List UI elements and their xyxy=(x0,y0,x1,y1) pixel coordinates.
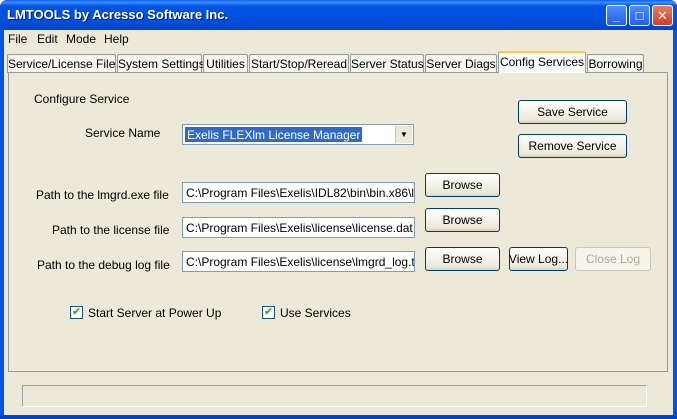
window-frame-bottom xyxy=(0,415,677,419)
tab-borrowing[interactable]: Borrowing xyxy=(587,54,644,73)
start-at-powerup-checkbox[interactable]: ✔ xyxy=(70,306,83,319)
configure-service-heading: Configure Service xyxy=(34,92,130,106)
browse-license-button[interactable]: Browse xyxy=(425,208,500,232)
tab-config-services[interactable]: Config Services xyxy=(498,51,586,73)
menu-mode[interactable]: Mode xyxy=(66,32,96,46)
use-services-label[interactable]: Use Services xyxy=(280,306,351,320)
debug-log-path-input[interactable]: C:\Program Files\Exelis\license\lmgrd_lo… xyxy=(182,251,415,272)
lmtools-window: LMTOOLS by Acresso Software Inc. _ □ ✕ F… xyxy=(0,0,677,419)
tab-system-settings[interactable]: System Settings xyxy=(117,54,205,73)
menu-edit[interactable]: Edit xyxy=(37,32,58,46)
minimize-icon: _ xyxy=(612,8,621,23)
window-frame-right xyxy=(673,30,677,419)
close-icon: ✕ xyxy=(657,7,668,23)
save-service-button[interactable]: Save Service xyxy=(518,100,627,124)
service-name-label: Service Name xyxy=(85,126,161,140)
checkmark-icon: ✔ xyxy=(263,306,274,318)
minimize-button[interactable]: _ xyxy=(606,5,627,26)
browse-debug-log-button[interactable]: Browse xyxy=(425,247,500,271)
menu-file[interactable]: File xyxy=(8,32,27,46)
client-area: File Edit Mode Help Service/License File… xyxy=(4,30,673,415)
tab-server-diags[interactable]: Server Diags xyxy=(425,54,497,73)
maximize-button[interactable]: □ xyxy=(629,5,650,26)
view-log-button[interactable]: View Log... xyxy=(509,247,568,271)
window-title: LMTOOLS by Acresso Software Inc. xyxy=(7,7,229,22)
lmgrd-path-label: Path to the lmgrd.exe file xyxy=(36,188,169,202)
checkmark-icon: ✔ xyxy=(71,306,82,318)
service-name-combo[interactable]: Exelis FLEXlm License Manager ▼ xyxy=(182,124,414,145)
close-button[interactable]: ✕ xyxy=(652,5,673,26)
maximize-icon: □ xyxy=(635,8,644,23)
chevron-down-icon[interactable]: ▼ xyxy=(395,126,412,143)
remove-service-button[interactable]: Remove Service xyxy=(518,134,627,158)
tab-start-stop-reread[interactable]: Start/Stop/Reread xyxy=(249,54,349,73)
tab-server-status[interactable]: Server Status xyxy=(350,54,424,73)
status-bar xyxy=(22,385,647,407)
title-bar[interactable]: LMTOOLS by Acresso Software Inc. _ □ ✕ xyxy=(0,0,677,30)
menu-bar: File Edit Mode Help xyxy=(4,30,673,49)
service-name-value: Exelis FLEXlm License Manager xyxy=(185,127,363,142)
tab-utilities[interactable]: Utilities xyxy=(203,54,248,73)
close-log-button[interactable]: Close Log xyxy=(575,247,651,271)
browse-lmgrd-button[interactable]: Browse xyxy=(425,173,500,197)
config-services-panel: Configure Service Service Name Exelis FL… xyxy=(8,72,668,372)
use-services-checkbox[interactable]: ✔ xyxy=(262,306,275,319)
tab-strip: Service/License File System Settings Uti… xyxy=(4,51,673,73)
lmgrd-path-input[interactable]: C:\Program Files\Exelis\IDL82\bin\bin.x8… xyxy=(182,182,415,203)
license-path-label: Path to the license file xyxy=(52,223,170,237)
menu-help[interactable]: Help xyxy=(104,32,129,46)
license-path-input[interactable]: C:\Program Files\Exelis\license\license.… xyxy=(182,217,415,238)
tab-service-license-file[interactable]: Service/License File xyxy=(7,54,116,73)
debug-log-path-label: Path to the debug log file xyxy=(37,258,170,272)
start-at-powerup-label[interactable]: Start Server at Power Up xyxy=(88,306,221,320)
